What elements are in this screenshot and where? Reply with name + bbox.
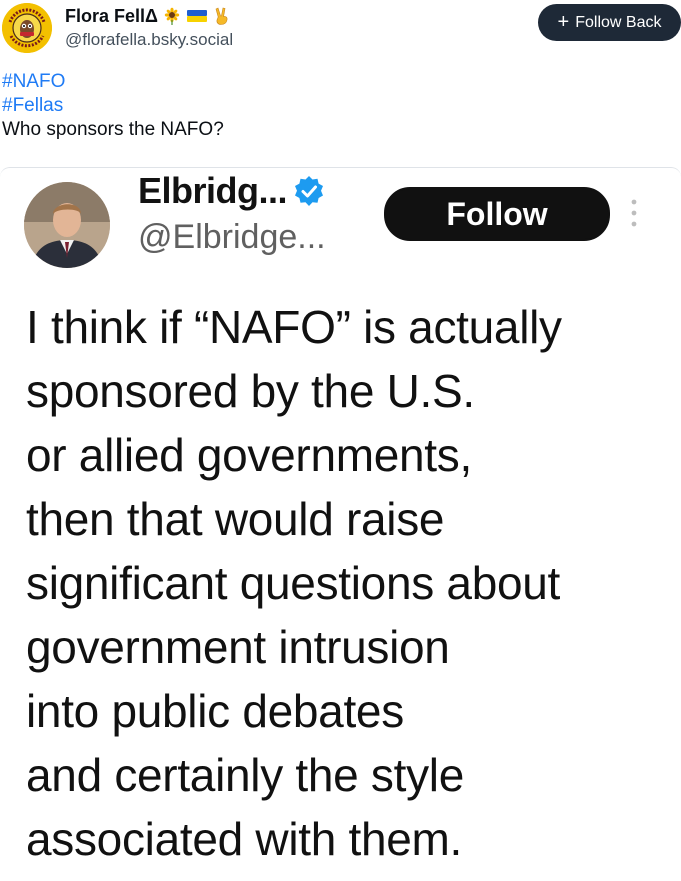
- more-vertical-icon: [631, 199, 637, 227]
- follow-back-label: Follow Back: [575, 13, 662, 31]
- tweet-text-line: into public debates: [26, 685, 404, 737]
- tweet-author-handle: @Elbridge...: [138, 218, 326, 256]
- tweet-text-line: associated with them.: [26, 813, 463, 865]
- tweet-text-line: and certainly the style: [26, 749, 465, 801]
- post-header: Flora FellΔ @florafella.bsky.social + Fo…: [0, 0, 681, 62]
- post-text: #NAFO #Fellas Who sponsors the NAFO?: [2, 70, 224, 142]
- tweet-text-line: sponsored by the U.S.: [26, 365, 475, 417]
- author-name[interactable]: Flora FellΔ: [65, 6, 158, 27]
- follow-back-button[interactable]: + Follow Back: [538, 4, 681, 41]
- tweet-text-line: then that would raise: [26, 493, 445, 545]
- post-body: Who sponsors the NAFO?: [2, 119, 224, 140]
- hashtag-fellas[interactable]: #Fellas: [2, 94, 224, 118]
- ukraine-flag-emoji-icon: [186, 10, 207, 22]
- tweet-follow-button: Follow: [384, 187, 610, 241]
- person-portrait-icon: [24, 182, 110, 268]
- sunflower-emoji-icon: [164, 7, 180, 25]
- tweet-text: I think if “NAFO” is actually sponsored …: [26, 295, 676, 871]
- embedded-image[interactable]: Elbridg... @Elbridge... Follow I think i…: [0, 167, 681, 881]
- author-name-row: Flora FellΔ: [65, 4, 231, 28]
- tweet-text-line: or allied governments,: [26, 429, 472, 481]
- tweet-avatar: [24, 182, 110, 268]
- victory-hand-emoji-icon: [215, 7, 228, 25]
- tweet-text-line: government intrusion: [26, 621, 450, 673]
- tweet-text-line: I think if “NAFO” is actually: [26, 301, 562, 353]
- author-avatar[interactable]: [2, 3, 52, 53]
- author-handle[interactable]: @florafella.bsky.social: [65, 30, 233, 50]
- wild-hornets-logo-icon: [2, 3, 52, 53]
- hashtag-nafo[interactable]: #NAFO: [2, 70, 224, 94]
- plus-icon: +: [557, 10, 570, 33]
- tweet-name-row: Elbridg...: [138, 170, 325, 212]
- tweet-text-line: significant questions about: [26, 557, 561, 609]
- tweet-author-name: Elbridg...: [138, 170, 288, 211]
- verified-badge-icon: [295, 176, 324, 206]
